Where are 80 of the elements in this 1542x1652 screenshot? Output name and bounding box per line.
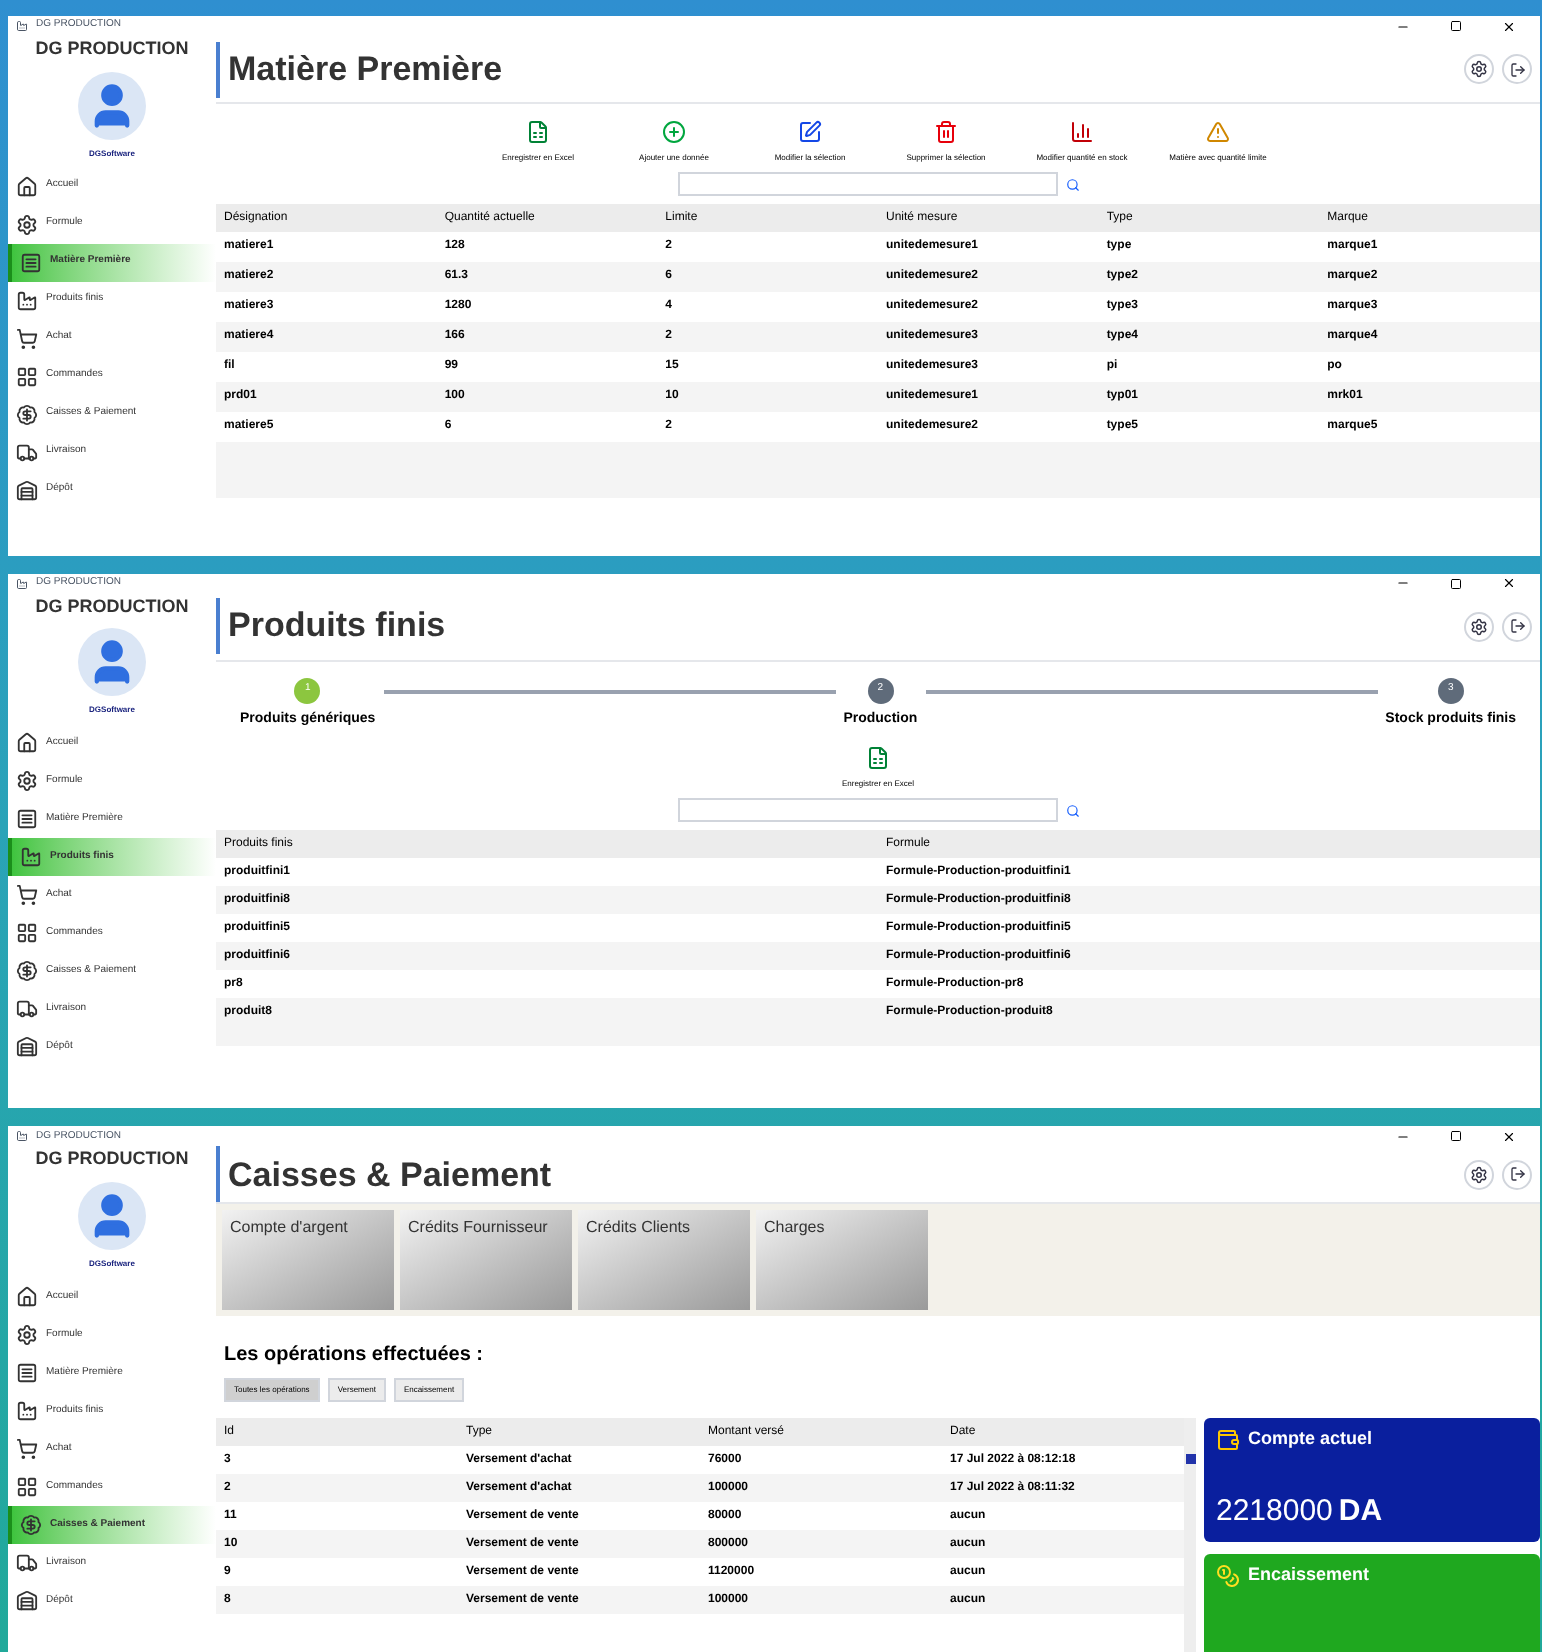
gear-icon — [1470, 617, 1488, 636]
grid-icon — [16, 365, 38, 387]
logout-icon — [1509, 618, 1525, 635]
house-icon — [16, 1285, 38, 1308]
section-title: Les opérations effectuées : — [224, 1342, 485, 1371]
warehouse-icon — [16, 1589, 38, 1612]
balance-amount: 2218000 — [1216, 1491, 1333, 1532]
warehouse-icon — [16, 1036, 38, 1059]
settings-button[interactable] — [1464, 54, 1494, 84]
logout-icon — [1509, 61, 1525, 77]
plus-icon — [662, 120, 686, 144]
warning-icon — [1206, 120, 1230, 144]
edit-icon — [798, 120, 822, 144]
gear-icon — [16, 213, 38, 235]
logout-icon — [1509, 1166, 1525, 1183]
wallet-icon — [1216, 1428, 1240, 1453]
window-icon — [20, 251, 42, 273]
truck-icon — [16, 1551, 38, 1574]
gear-icon — [16, 770, 38, 793]
house-icon — [16, 175, 38, 197]
house-icon — [16, 732, 38, 755]
search-field[interactable] — [677, 172, 1057, 196]
currency-unit: DA — [1338, 1491, 1383, 1532]
maximize-icon[interactable] — [1450, 20, 1462, 32]
avatar — [78, 71, 146, 139]
logout-button[interactable] — [1502, 1159, 1532, 1190]
category-tile[interactable]: Crédits Clients — [578, 1210, 750, 1311]
page-title: Produits finis — [228, 604, 446, 649]
close-icon[interactable] — [1502, 19, 1516, 33]
coins-icon — [1216, 1564, 1240, 1589]
warehouse-icon — [16, 479, 38, 501]
scrollbar[interactable] — [1184, 1418, 1196, 1652]
app-icon — [16, 20, 28, 32]
close-icon[interactable] — [1502, 1129, 1516, 1144]
grid-icon — [16, 922, 38, 945]
dollar-icon — [20, 1513, 42, 1536]
logout-button[interactable] — [1502, 54, 1532, 84]
app-icon — [16, 1130, 28, 1143]
brand-name: DG PRODUCTION — [33, 36, 191, 62]
settings-button[interactable] — [1464, 1159, 1494, 1190]
factory-icon — [16, 289, 38, 311]
spreadsheet-icon — [526, 120, 550, 144]
brand-name: DG PRODUCTION — [33, 1146, 191, 1173]
gear-icon — [1470, 1165, 1488, 1184]
search-icon[interactable] — [1065, 177, 1079, 191]
category-tile[interactable]: Crédits Fournisseur — [400, 1210, 572, 1311]
dollar-icon — [16, 403, 38, 425]
factory-icon — [20, 846, 42, 869]
factory-icon — [16, 1399, 38, 1422]
dollar-icon — [16, 960, 38, 983]
truck-icon — [16, 998, 38, 1021]
trash-icon — [934, 120, 958, 144]
gear-icon — [16, 1323, 38, 1346]
card-title: Encaissement — [1248, 1562, 1370, 1589]
cart-icon — [16, 1437, 38, 1460]
card-title: Compte actuel — [1248, 1426, 1373, 1453]
cart-icon — [16, 327, 38, 349]
avatar — [78, 628, 146, 697]
cart-icon — [16, 884, 38, 907]
category-tile[interactable]: Charges — [756, 1210, 928, 1311]
window-icon — [16, 808, 38, 831]
maximize-icon[interactable] — [1450, 577, 1462, 590]
close-icon[interactable] — [1502, 576, 1516, 591]
window-icon — [16, 1361, 38, 1384]
grid-icon — [16, 1475, 38, 1498]
page-title: Matière Première — [228, 47, 503, 92]
search-icon[interactable] — [1065, 803, 1079, 818]
spreadsheet-icon — [866, 746, 890, 771]
category-tile[interactable]: Compte d'argent — [222, 1210, 394, 1311]
avatar — [78, 1181, 146, 1250]
logout-button[interactable] — [1502, 611, 1532, 642]
settings-button[interactable] — [1464, 611, 1494, 642]
chart-icon — [1070, 120, 1094, 144]
brand-name: DG PRODUCTION — [33, 593, 191, 620]
gear-icon — [1470, 60, 1488, 78]
truck-icon — [16, 441, 38, 463]
app-icon — [16, 577, 28, 590]
maximize-icon[interactable] — [1450, 1130, 1462, 1143]
page-title: Caisses & Paiement — [228, 1153, 552, 1198]
search-field[interactable] — [677, 798, 1057, 823]
